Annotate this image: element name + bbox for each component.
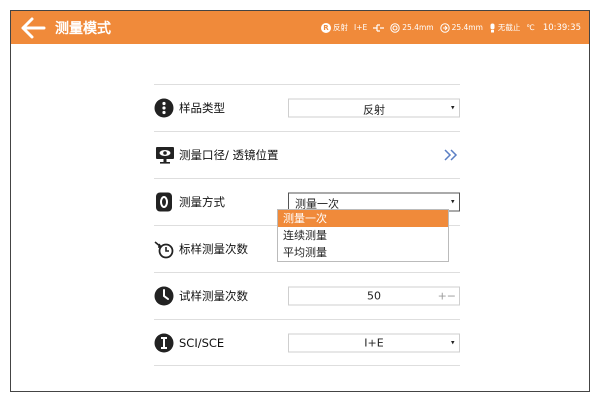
double-chevron-right-icon[interactable] — [444, 149, 458, 161]
sci-sce-select[interactable]: I+E ▾ — [288, 333, 460, 352]
lens-value: 25.4mm — [451, 23, 483, 32]
monitor-eye-icon — [156, 147, 174, 164]
measure-method-dropdown: 测量一次 连续测量 平均测量 — [277, 209, 449, 262]
sample-type-value: 反射 — [363, 103, 385, 117]
page-title: 测量模式 — [55, 21, 111, 37]
dropdown-arrow-icon: ▾ — [451, 338, 455, 346]
sample-type-label: 样品类型 — [179, 101, 225, 115]
arrow-left-icon[interactable] — [20, 16, 46, 40]
status-mode: R 反射 — [321, 22, 348, 33]
plus-minus-stepper[interactable]: +− — [438, 290, 456, 303]
lens-icon — [439, 22, 450, 33]
trial-count-label: 试样测量次数 — [179, 289, 248, 303]
plug-icon — [373, 23, 385, 32]
row-trial-count: 试样测量次数 50 +− — [154, 272, 460, 319]
row-sample-type: 样品类型 反射 ▾ — [154, 84, 460, 131]
status-connector — [373, 23, 385, 32]
trial-count-input[interactable]: 50 +− — [288, 286, 460, 306]
clock-time: 10:39:35 — [542, 22, 581, 33]
row-sci-sce: SCI/SCE I+E ▾ — [154, 319, 460, 366]
clock-icon — [154, 286, 174, 306]
app-window: 测量模式 R 反射 I+E 25.4mm 25.4mm 无截止 ℃ 10:39:… — [10, 10, 590, 392]
aperture-icon — [390, 22, 400, 33]
timer-arrow-icon — [154, 241, 174, 259]
sci-sce-value: I+E — [364, 336, 384, 349]
status-uv: 无截止 — [489, 22, 521, 33]
mode-label: 反射 — [333, 23, 348, 32]
top-bar: 测量模式 R 反射 I+E 25.4mm 25.4mm 无截止 ℃ 10:39:… — [11, 11, 589, 44]
standard-count-label: 标样测量次数 — [179, 242, 248, 256]
dropdown-option-average[interactable]: 平均测量 — [278, 244, 448, 261]
dots-vertical-icon — [154, 98, 174, 118]
sample-type-select[interactable]: 反射 ▾ — [288, 98, 460, 118]
bulb-icon — [490, 23, 495, 32]
dropdown-option-continuous[interactable]: 连续测量 — [278, 227, 448, 244]
uv-label: 无截止 — [497, 23, 521, 32]
zero-badge-icon — [156, 192, 172, 212]
temp-unit: ℃ — [526, 23, 535, 32]
row-aperture-lens[interactable]: 测量口径/ 透镜位置 — [154, 131, 460, 178]
dropdown-arrow-icon: ▾ — [451, 103, 455, 112]
status-lens: 25.4mm — [439, 22, 483, 33]
measure-method-label: 测量方式 — [179, 195, 225, 209]
status-aperture: 25.4mm — [390, 22, 434, 33]
aperture-lens-label: 测量口径/ 透镜位置 — [179, 148, 279, 162]
reflect-badge-icon: R — [321, 22, 331, 33]
specular-label: I+E — [354, 23, 368, 32]
dropdown-arrow-icon: ▾ — [451, 197, 455, 206]
info-bar-icon — [154, 333, 174, 352]
aperture-value: 25.4mm — [402, 23, 434, 32]
trial-count-value: 50 — [367, 289, 381, 303]
sci-sce-label: SCI/SCE — [179, 335, 225, 350]
status-bar: R 反射 I+E 25.4mm 25.4mm 无截止 ℃ 10:39:35 — [321, 11, 581, 44]
dropdown-option-single[interactable]: 测量一次 — [278, 210, 448, 227]
